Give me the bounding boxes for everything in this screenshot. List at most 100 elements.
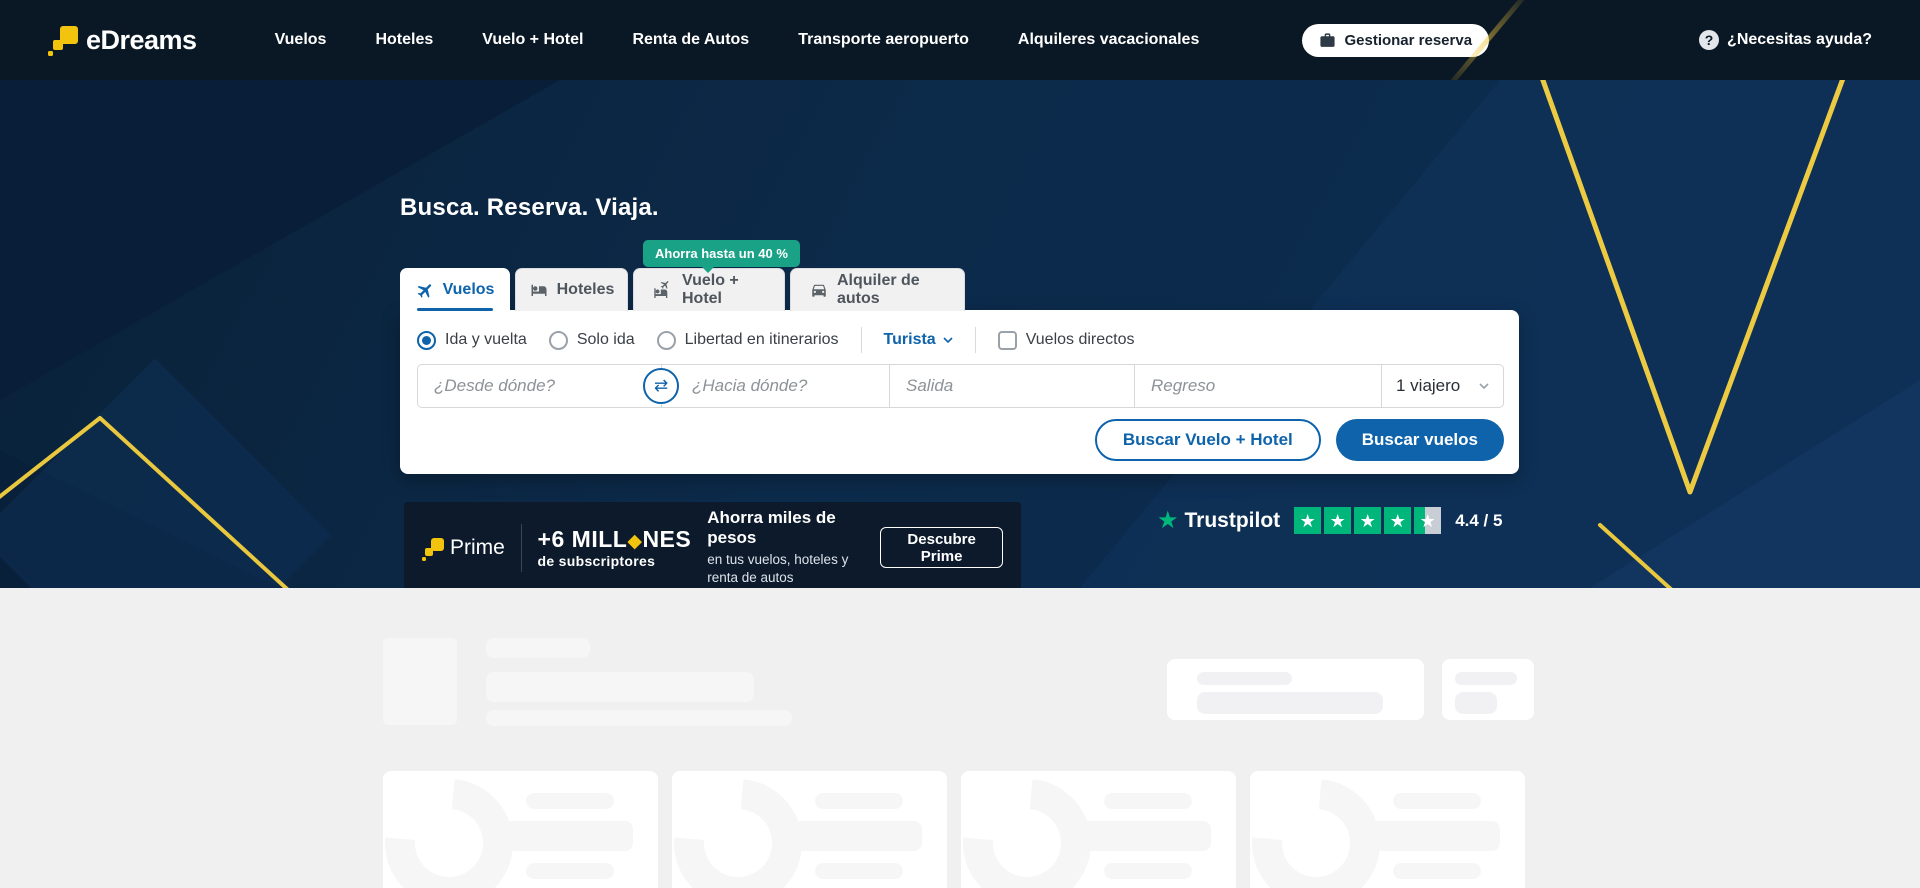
skeleton-card	[1442, 659, 1534, 720]
origin-field[interactable]	[418, 365, 661, 407]
divider	[861, 327, 862, 353]
travelers-dropdown[interactable]: 1 viajero	[1381, 365, 1503, 407]
trip-type-label: Ida y vuelta	[445, 331, 527, 349]
manage-booking-button[interactable]: Gestionar reserva	[1302, 24, 1489, 57]
prime-logo: Prime	[422, 535, 505, 561]
tab-label: Vuelos	[443, 281, 495, 299]
chevron-down-icon	[943, 337, 953, 343]
tab-label: Vuelo + Hotel	[682, 272, 766, 308]
skeleton-card	[1167, 659, 1424, 720]
cabin-class-dropdown[interactable]: Turista	[884, 331, 953, 349]
trustpilot-brand-name: Trustpilot	[1185, 509, 1281, 533]
checkbox-icon[interactable]	[998, 331, 1017, 350]
swap-origin-destination-button[interactable]: ⇄	[643, 368, 679, 404]
travelers-value: 1 viajero	[1396, 376, 1460, 396]
trustpilot-score: 4.4 / 5	[1455, 511, 1502, 531]
plane-bed-icon	[652, 280, 674, 300]
trustpilot-rating: ★ Trustpilot ★ ★ ★ ★ ★ 4.4 / 5	[1157, 507, 1502, 534]
nav-item-vuelo-hotel[interactable]: Vuelo + Hotel	[482, 31, 583, 49]
manage-booking-label: Gestionar reserva	[1344, 32, 1472, 49]
tab-alquiler-autos[interactable]: Alquiler de autos	[790, 268, 965, 311]
trustpilot-star-box-partial: ★	[1414, 507, 1441, 534]
direct-flights-label: Vuelos directos	[1026, 331, 1135, 349]
product-tabs: Vuelos Hoteles Vuelo + Hotel Alquiler de…	[400, 268, 965, 311]
prime-subline: en tus vuelos, hoteles y renta de autos	[707, 551, 864, 586]
plane-icon	[416, 281, 435, 300]
content-loading-section	[0, 588, 1920, 888]
destination-input[interactable]	[678, 376, 873, 396]
return-field[interactable]	[1134, 365, 1381, 407]
radio-icon[interactable]	[657, 331, 676, 350]
nav-item-alquileres-vacacionales[interactable]: Alquileres vacacionales	[1018, 31, 1199, 49]
nav-item-hoteles[interactable]: Hoteles	[375, 31, 433, 49]
search-flights-button[interactable]: Buscar vuelos	[1336, 419, 1504, 461]
nav-item-renta-autos[interactable]: Renta de Autos	[632, 31, 749, 49]
edreams-logo-icon	[48, 23, 78, 57]
prime-brand-name: Prime	[450, 535, 505, 561]
origin-input[interactable]	[434, 376, 645, 396]
trustpilot-star-box: ★	[1324, 507, 1351, 534]
skeleton-cards-row	[383, 771, 1525, 888]
trustpilot-star-box: ★	[1384, 507, 1411, 534]
edreams-logo[interactable]: eDreams	[48, 23, 197, 57]
skeleton-offer-card	[1250, 771, 1525, 888]
prime-headline: Ahorra miles de pesos	[707, 508, 864, 548]
help-label: ¿Necesitas ayuda?	[1727, 31, 1872, 49]
diamond-icon: ◆	[627, 531, 642, 552]
trustpilot-star-box: ★	[1294, 507, 1321, 534]
top-nav: eDreams Vuelos Hoteles Vuelo + Hotel Ren…	[0, 0, 1920, 80]
hero-section: Busca. Reserva. Viaja. Ahorra hasta un 4…	[0, 80, 1920, 588]
prime-banner: Prime +6 MILL◆NES de subscriptores Ahorr…	[404, 502, 1021, 588]
skeleton-line	[486, 638, 590, 658]
trip-type-label: Libertad en itinerarios	[685, 331, 839, 349]
trip-type-multi-city[interactable]: Libertad en itinerarios	[657, 331, 839, 350]
trip-type-label: Solo ida	[577, 331, 635, 349]
trustpilot-star-icon: ★	[1157, 509, 1179, 533]
trip-type-one-way[interactable]: Solo ida	[549, 331, 635, 350]
trip-type-round-trip[interactable]: Ida y vuelta	[417, 331, 527, 350]
divider	[975, 327, 976, 353]
chevron-down-icon	[1479, 383, 1489, 389]
help-link[interactable]: ? ¿Necesitas ayuda?	[1699, 30, 1872, 50]
search-flight-hotel-button[interactable]: Buscar Vuelo + Hotel	[1095, 419, 1321, 461]
cabin-class-value: Turista	[884, 331, 936, 349]
flight-search-panel: Ida y vuelta Solo ida Libertad en itiner…	[400, 310, 1519, 474]
brand-name: eDreams	[86, 23, 197, 57]
skeleton-thumbnail	[383, 638, 457, 725]
tab-label: Hoteles	[557, 281, 615, 299]
divider	[521, 524, 522, 572]
departure-input[interactable]	[906, 376, 1118, 396]
tab-vuelo-hotel[interactable]: Vuelo + Hotel	[633, 268, 785, 311]
prime-message: Ahorra miles de pesos en tus vuelos, hot…	[707, 508, 864, 586]
trustpilot-stars: ★ ★ ★ ★ ★	[1294, 507, 1441, 534]
skeleton-offer-card	[961, 771, 1236, 888]
question-icon: ?	[1699, 30, 1719, 50]
car-icon	[809, 281, 829, 299]
tab-label: Alquiler de autos	[837, 272, 946, 308]
promo-tooltip: Ahorra hasta un 40 %	[643, 240, 800, 267]
nav-item-vuelos[interactable]: Vuelos	[275, 31, 327, 49]
departure-field[interactable]	[889, 365, 1134, 407]
swap-icon: ⇄	[654, 376, 668, 396]
search-fields: 1 viajero ⇄	[417, 364, 1504, 408]
tab-hoteles[interactable]: Hoteles	[515, 268, 628, 311]
skeleton-line	[486, 672, 754, 702]
briefcase-icon	[1319, 32, 1336, 49]
radio-icon[interactable]	[549, 331, 568, 350]
skeleton-offer-card	[383, 771, 658, 888]
skeleton-line	[486, 710, 792, 726]
nav-item-transporte-aeropuerto[interactable]: Transporte aeropuerto	[798, 31, 969, 49]
return-input[interactable]	[1151, 376, 1365, 396]
tab-vuelos[interactable]: Vuelos	[400, 268, 510, 311]
bed-icon	[529, 281, 549, 299]
radio-selected-icon[interactable]	[417, 331, 436, 350]
trustpilot-star-box: ★	[1354, 507, 1381, 534]
direct-flights-option[interactable]: Vuelos directos	[998, 331, 1135, 350]
destination-field[interactable]	[661, 365, 889, 407]
prime-subscribers-stat: +6 MILL◆NES de subscriptores	[538, 527, 692, 569]
discover-prime-button[interactable]: Descubre Prime	[880, 527, 1003, 568]
prime-logo-icon	[422, 535, 444, 561]
hero-title: Busca. Reserva. Viaja.	[400, 194, 659, 222]
skeleton-offer-card	[672, 771, 947, 888]
main-nav: Vuelos Hoteles Vuelo + Hotel Renta de Au…	[275, 31, 1200, 49]
